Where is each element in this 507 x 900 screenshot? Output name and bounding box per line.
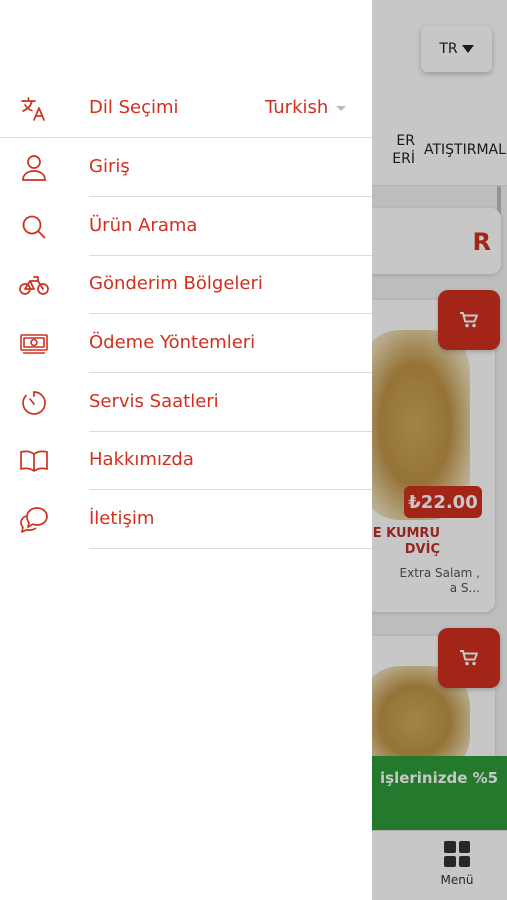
- divider: [89, 548, 372, 549]
- menu-item-service-hours[interactable]: Servis Saatleri: [0, 374, 372, 432]
- language-value: Turkish: [265, 97, 329, 118]
- side-drawer: Dil Seçimi Turkish Giriş Ürün Arama Gönd…: [0, 0, 372, 900]
- menu-item-delivery-areas[interactable]: Gönderim Bölgeleri: [0, 256, 372, 314]
- book-icon: [18, 445, 50, 477]
- menu-item-label: Gönderim Bölgeleri: [89, 273, 263, 294]
- divider: [89, 372, 372, 373]
- user-icon: [18, 152, 50, 184]
- language-label: Dil Seçimi: [89, 97, 179, 118]
- language-selector[interactable]: Dil Seçimi Turkish: [0, 80, 372, 138]
- bicycle-icon: [18, 269, 50, 301]
- menu-item-payment-methods[interactable]: Ödeme Yöntemleri: [0, 315, 372, 373]
- menu-item-product-search[interactable]: Ürün Arama: [0, 198, 372, 256]
- menu-item-contact[interactable]: İletişim: [0, 491, 372, 549]
- dropdown-caret-icon: [336, 106, 346, 111]
- menu-item-label: İletişim: [89, 508, 155, 529]
- divider: [0, 137, 372, 138]
- menu-item-label: Giriş: [89, 156, 130, 177]
- divider: [89, 489, 372, 490]
- search-icon: [18, 211, 50, 243]
- chat-icon: [18, 504, 50, 536]
- menu-item-label: Ürün Arama: [89, 215, 198, 236]
- menu-item-label: Hakkımızda: [89, 449, 194, 470]
- money-icon: [18, 328, 50, 360]
- timer-icon: [18, 387, 50, 419]
- translate-icon: [18, 93, 50, 125]
- divider: [89, 196, 372, 197]
- menu-item-label: Ödeme Yöntemleri: [89, 332, 256, 353]
- menu-item-label: Servis Saatleri: [89, 391, 219, 412]
- menu-item-login[interactable]: Giriş: [0, 139, 372, 197]
- menu-item-about-us[interactable]: Hakkımızda: [0, 432, 372, 490]
- divider: [89, 313, 372, 314]
